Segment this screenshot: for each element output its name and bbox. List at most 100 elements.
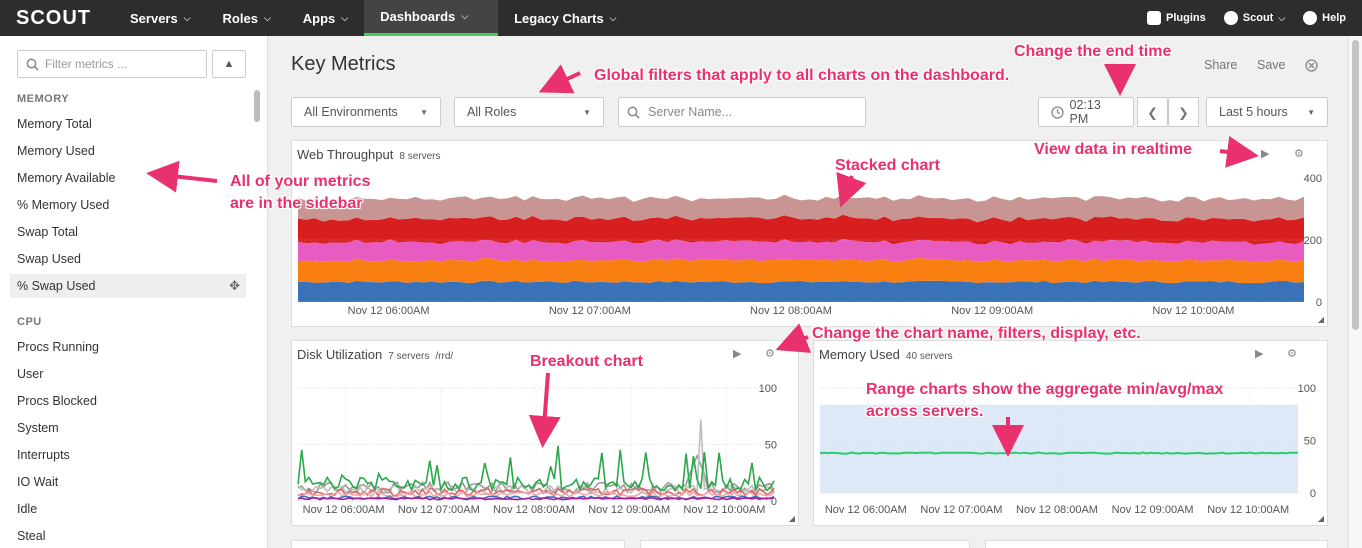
x-tick-label: Nov 12 09:00AM [951, 305, 1033, 317]
x-tick-label: Nov 12 06:00AM [348, 305, 430, 317]
time-range-value: Last 5 hours [1219, 105, 1288, 119]
nav-label: Servers [130, 10, 178, 26]
sidebar-item-swap-total[interactable]: Swap Total [10, 220, 246, 244]
filter-placeholder: Filter metrics ... [45, 57, 128, 71]
close-icon[interactable] [1305, 59, 1318, 75]
move-icon[interactable]: ✥ [229, 278, 240, 294]
gear-icon [1223, 11, 1238, 25]
sidebar-item-procs-blocked[interactable]: Procs Blocked [10, 389, 246, 413]
page-scrollbar[interactable] [1348, 36, 1362, 548]
annotation-chart-name: Change the chart name, filters, display,… [812, 325, 1141, 342]
web-throughput-chart[interactable]: 0 200 400 Nov 12 06:00AM Nov 12 07:00AM Nov 1… [292, 141, 1329, 328]
environment-filter[interactable]: All Environments ▼ [291, 97, 441, 127]
sidebar-item-steal[interactable]: Steal [10, 524, 246, 548]
dashboard-title: Key Metrics [291, 53, 396, 75]
logo[interactable]: SCOUT [16, 7, 106, 30]
environment-filter-value: All Environments [304, 105, 398, 119]
y-tick-label: 200 [1304, 235, 1322, 247]
chart-panel-partial [291, 540, 625, 548]
x-tick-label: Nov 12 10:00AM [683, 504, 765, 516]
chart-panel-partial [985, 540, 1328, 548]
sidebar-item-memory-available[interactable]: Memory Available [10, 166, 246, 190]
y-tick-label: 50 [1304, 436, 1316, 448]
memory-section-header: MEMORY [17, 93, 70, 105]
annotation-realtime: View data in realtime [1034, 141, 1192, 158]
chevron-down-icon: ⌵ [609, 12, 617, 23]
nav-account[interactable]: Scout ⌵ [1223, 11, 1286, 25]
collapse-button[interactable]: ▲ [212, 50, 246, 78]
chevron-up-icon: ▲ [223, 58, 235, 70]
chevron-down-icon: ⌵ [263, 12, 271, 23]
sidebar-item-swap-used[interactable]: Swap Used [10, 247, 246, 271]
account-label: Scout [1242, 12, 1274, 24]
clock-icon [1051, 105, 1064, 119]
sidebar-item-label: % Swap Used [17, 279, 96, 293]
y-tick-label: 400 [1304, 173, 1322, 185]
sidebar-item-user[interactable]: User [10, 362, 246, 386]
nav-apps[interactable]: Apps ⌵ [287, 0, 364, 36]
sidebar-item-pct-swap-used[interactable]: % Swap Used ✥ [10, 274, 246, 298]
server-name-placeholder: Server Name... [648, 105, 733, 119]
x-tick-label: Nov 12 10:00AM [1207, 504, 1289, 516]
stacked-series-area [298, 280, 1304, 302]
chevron-down-icon: ⌵ [183, 12, 191, 23]
time-next-button[interactable]: ❯ [1168, 97, 1199, 127]
nav-dashboards[interactable]: Dashboards ⌵ [364, 0, 499, 36]
x-tick-label: Nov 12 06:00AM [825, 504, 907, 516]
search-icon [627, 106, 640, 119]
nav-label: Dashboards [380, 9, 456, 24]
annotation-global-filters: Global filters that apply to all charts … [594, 67, 1010, 84]
y-tick-label: 0 [1316, 297, 1322, 309]
y-tick-label: 100 [759, 383, 777, 395]
sidebar-item-pct-memory-used[interactable]: % Memory Used [10, 193, 246, 217]
annotation-end-time: Change the end time [1014, 43, 1172, 60]
sidebar-item-procs-running[interactable]: Procs Running [10, 335, 246, 359]
chevron-left-icon: ❮ [1147, 105, 1158, 120]
sidebar-item-memory-total[interactable]: Memory Total [10, 112, 246, 136]
x-tick-label: Nov 12 09:00AM [588, 504, 670, 516]
chevron-down-icon: ⌵ [461, 11, 469, 21]
memory-used-chart[interactable]: 0 50 100 Nov 12 06:00AM Nov 12 07:00AM Nov 12… [814, 341, 1329, 527]
help-label: Help [1322, 12, 1346, 24]
nav-legacy-charts[interactable]: Legacy Charts ⌵ [498, 0, 632, 36]
top-nav: SCOUT Servers ⌵ Roles ⌵ Apps ⌵ Dashboards ⌵ … [0, 0, 1362, 36]
nav-label: Roles [222, 10, 258, 26]
time-range-select[interactable]: Last 5 hours ▼ [1206, 97, 1328, 127]
nav-servers[interactable]: Servers ⌵ [114, 0, 207, 36]
caret-down-icon: ▼ [420, 107, 428, 117]
nav-roles[interactable]: Roles ⌵ [207, 0, 287, 36]
annotation-sidebar-line2: are in the sidebar [230, 195, 363, 212]
x-tick-label: Nov 12 10:00AM [1152, 305, 1234, 317]
puzzle-icon [1147, 11, 1162, 25]
sidebar-item-interrupts[interactable]: Interrupts [10, 443, 246, 467]
nav-help[interactable]: Help [1303, 11, 1346, 25]
save-button[interactable]: Save [1257, 58, 1286, 72]
sidebar-item-idle[interactable]: Idle [10, 497, 246, 521]
average-line [819, 451, 1299, 455]
nav-plugins[interactable]: Plugins [1147, 11, 1206, 25]
time-prev-button[interactable]: ❮ [1137, 97, 1168, 127]
share-button[interactable]: Share [1204, 58, 1237, 72]
server-name-input[interactable]: Server Name... [618, 97, 866, 127]
y-tick-label: 100 [1298, 383, 1316, 395]
annotation-stacked: Stacked chart [835, 157, 940, 174]
sidebar-item-system[interactable]: System [10, 416, 246, 440]
filter-metrics-input[interactable]: Filter metrics ... [17, 50, 207, 78]
role-filter[interactable]: All Roles ▼ [454, 97, 604, 127]
annotation-range-line2: across servers. [866, 403, 984, 420]
end-time-picker[interactable]: 02:13 PM [1038, 97, 1134, 127]
chevron-right-icon: ❯ [1178, 105, 1189, 120]
page-scrollbar-thumb[interactable] [1352, 40, 1359, 330]
sidebar-item-io-wait[interactable]: IO Wait [10, 470, 246, 494]
sidebar-item-memory-used[interactable]: Memory Used [10, 139, 246, 163]
chevron-down-icon: ⌵ [341, 12, 349, 23]
role-filter-value: All Roles [467, 105, 517, 119]
chevron-down-icon: ⌵ [1278, 12, 1286, 23]
memory-used-panel: Memory Used 40 servers ▶ ⚙ ◢ 0 50 100 Nov 12… [813, 340, 1328, 526]
sidebar-scrollbar[interactable] [254, 90, 260, 122]
x-tick-label: Nov 12 06:00AM [303, 504, 385, 516]
chart-panel-partial [640, 540, 970, 548]
end-time-value: 02:13 PM [1069, 98, 1101, 126]
x-tick-label: Nov 12 07:00AM [398, 504, 480, 516]
x-tick-label: Nov 12 07:00AM [549, 305, 631, 317]
